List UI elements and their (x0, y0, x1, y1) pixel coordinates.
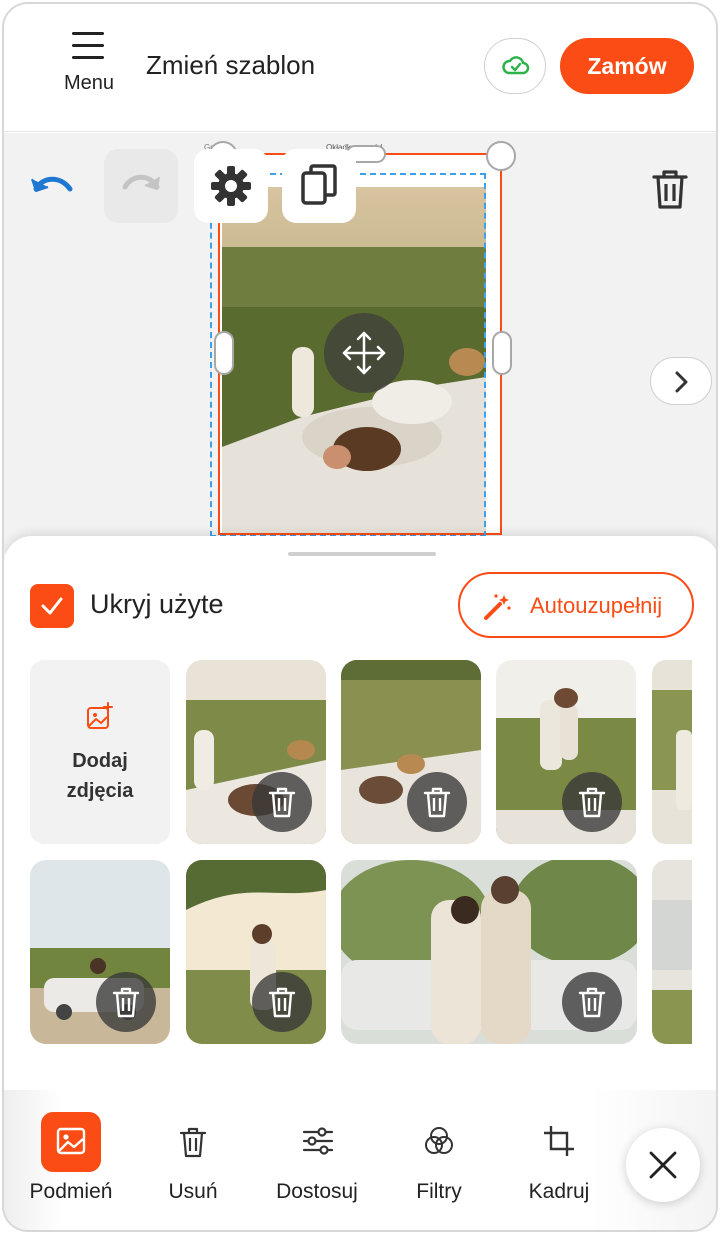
remove-photo-button[interactable] (252, 972, 312, 1032)
magic-wand-icon (484, 594, 511, 620)
move-arrows-icon (342, 331, 386, 375)
order-button[interactable]: Zamów (560, 38, 694, 94)
copy-icon (301, 164, 337, 205)
trash-icon (112, 987, 140, 1018)
delete-page-button[interactable] (648, 167, 692, 216)
photo-thumbnail[interactable] (652, 860, 692, 1044)
remove-photo-button[interactable] (562, 772, 622, 832)
autofill-button[interactable]: Autouzupełnij (458, 572, 694, 638)
tool-label: Kadruj (528, 1180, 590, 1203)
tool-label: Filtry (416, 1180, 462, 1203)
editor-canvas[interactable]: Gr... Okładka - przód (4, 133, 716, 553)
menu-label: Menu (63, 72, 115, 94)
tool-label: Usuń (168, 1180, 218, 1203)
remove-photo-button[interactable] (562, 972, 622, 1032)
add-image-icon (87, 702, 113, 729)
trash-icon (423, 787, 451, 818)
sheet-grab-handle[interactable] (288, 552, 436, 556)
gear-icon (211, 166, 251, 206)
resize-handle-top-right[interactable] (486, 141, 516, 171)
close-button[interactable] (626, 1128, 700, 1202)
redo-icon (122, 174, 160, 190)
trash-icon (163, 1112, 223, 1172)
tool-delete[interactable]: Usuń (138, 1110, 248, 1210)
undo-button[interactable] (30, 171, 74, 206)
hide-used-label[interactable]: Ukryj użyte (90, 589, 224, 620)
image-icon (41, 1112, 101, 1172)
remove-photo-button[interactable] (407, 772, 467, 832)
resize-handle-left[interactable] (214, 331, 234, 375)
page-title[interactable]: Zmień szablon (146, 50, 315, 81)
trash-icon (652, 170, 688, 209)
close-icon (649, 1151, 677, 1179)
checkmark-icon (41, 597, 63, 615)
menu-button[interactable]: Menu (54, 30, 124, 100)
tool-label: Podmień (29, 1180, 113, 1203)
tool-replace[interactable]: Podmień (16, 1110, 126, 1210)
hamburger-icon (72, 32, 104, 62)
move-handle[interactable] (324, 313, 404, 393)
trash-icon (578, 787, 606, 818)
remove-photo-button[interactable] (252, 772, 312, 832)
tool-filters[interactable]: Filtry (384, 1110, 494, 1210)
next-page-button[interactable] (650, 357, 712, 405)
trash-icon (268, 787, 296, 818)
app-frame: Menu Zmień szablon Zamów Gr... Okładka (2, 2, 718, 1232)
header: Menu Zmień szablon Zamów (4, 4, 716, 132)
cloud-check-icon (502, 56, 530, 75)
add-photos-tile[interactable]: Dodaj zdjęcia (30, 660, 170, 844)
trash-icon (268, 987, 296, 1018)
tool-label: Dostosuj (276, 1180, 358, 1203)
trash-icon (578, 987, 606, 1018)
autofill-label: Autouzupełnij (530, 593, 663, 618)
undo-icon (31, 176, 73, 192)
redo-button[interactable] (104, 149, 178, 223)
duplicate-button[interactable] (282, 149, 356, 223)
photos-panel: Ukryj użyte Autouzupełnij Dodaj zdjęcia (4, 536, 716, 1096)
tool-crop[interactable]: Kadruj (504, 1110, 614, 1210)
photo-thumbnail[interactable] (652, 660, 692, 844)
settings-button[interactable] (194, 149, 268, 223)
crop-icon (529, 1112, 589, 1172)
sliders-icon (287, 1112, 347, 1172)
bottom-toolbar: Podmień Usuń Dostosuj Filtry Kadruj (4, 1090, 716, 1230)
photo-partial-2 (652, 860, 692, 1044)
tool-adjust[interactable]: Dostosuj (262, 1110, 372, 1210)
add-photos-label: Dodaj zdjęcia (66, 750, 134, 802)
chevron-right-icon (675, 371, 688, 393)
remove-photo-button[interactable] (96, 972, 156, 1032)
photo-partial-1 (652, 660, 692, 844)
hide-used-checkbox[interactable] (30, 584, 74, 628)
cloud-save-button[interactable] (484, 38, 546, 94)
resize-handle-right[interactable] (492, 331, 512, 375)
filters-icon (409, 1112, 469, 1172)
